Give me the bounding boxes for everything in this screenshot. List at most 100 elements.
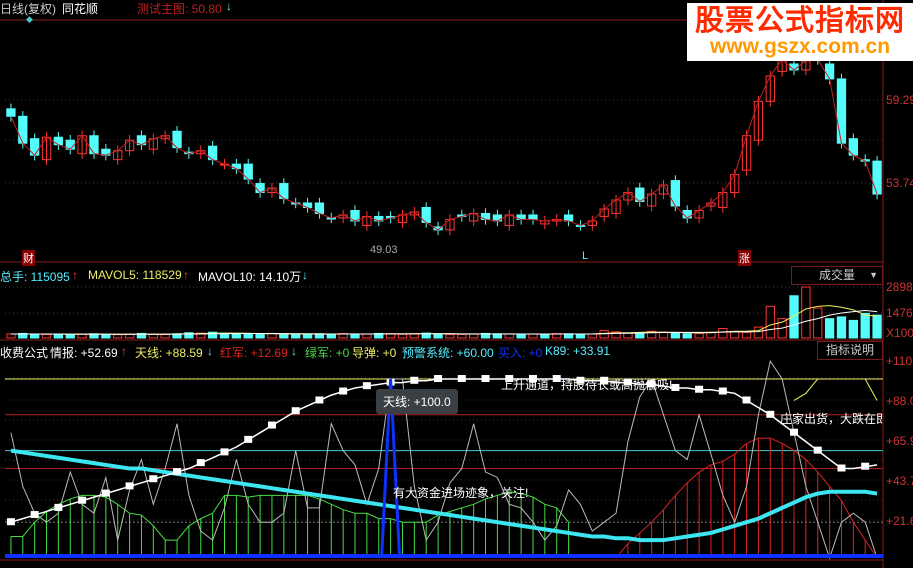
volume-total: 总手: 115095 [0, 270, 70, 284]
volume-bar [824, 318, 835, 339]
watermark-title: 股票公式指标网 [694, 3, 905, 37]
candle-body [836, 78, 847, 144]
qingbao-marker [78, 496, 87, 504]
mavol5-line [10, 305, 878, 335]
uptrend-annotation: 上升通道，持股待长或高抛低吸! [501, 378, 673, 392]
volume-bar [231, 333, 242, 339]
limit-up-badge[interactable]: 涨 [738, 250, 751, 266]
qingbao-marker [101, 489, 110, 497]
candle-body [528, 214, 538, 220]
candle-body [563, 214, 574, 222]
qingbao-marker [196, 459, 205, 467]
distribution-annotation: 庄家出货，大跌在即 [780, 412, 883, 426]
volume-bar [113, 334, 123, 339]
qingbao-marker [291, 407, 300, 415]
yellow-line [793, 378, 878, 401]
volume-bar [765, 305, 775, 339]
volume-bar [540, 333, 550, 339]
k89-value: K89: +33.91 [545, 344, 611, 358]
indicator-help-button[interactable]: 指标说明 [817, 341, 883, 360]
watermark-url: www.gszx.com.cn [709, 35, 891, 58]
volume-bar [836, 316, 847, 339]
volume-bar [860, 312, 870, 339]
qingbao-marker [220, 448, 229, 456]
volume-bar [101, 333, 111, 339]
qingbao-marker [125, 482, 134, 490]
arrow-up-icon: ↑ [183, 268, 189, 282]
volume-bar [741, 331, 752, 339]
qingbao-marker [267, 421, 276, 429]
candle-body [18, 115, 28, 144]
candle-body [824, 63, 835, 80]
arrow-down-icon: ↓ [207, 344, 213, 358]
qingbao-marker [410, 376, 419, 384]
yujing-value: 预警系统: +60.00 [402, 346, 494, 360]
watermark: 股票公式指标网 www.gszx.com.cn [687, 3, 913, 61]
qingbao-marker [315, 396, 324, 404]
volume-bar [30, 334, 40, 339]
volume-bar [433, 333, 443, 339]
tooltip: 天线: +100.0 [376, 389, 458, 414]
indicator-axis-label: +110 [886, 354, 913, 368]
arrow-down-icon: ↓ [302, 268, 308, 282]
volume-bar [65, 334, 75, 339]
volume-bar [326, 333, 336, 339]
candle-body [670, 180, 681, 207]
mavol10-value: MAVOL10: 14.10万 [198, 270, 302, 284]
finance-badge[interactable]: 财 [22, 250, 35, 266]
volume-bar [575, 333, 586, 339]
daodan-value: 导弹: +0 [352, 346, 397, 360]
volume-bar [694, 333, 704, 339]
candle-body [53, 136, 64, 146]
volume-bar [6, 333, 16, 339]
hongjun-value: 红军: +12.69 [220, 346, 288, 360]
low-price-label: 49.03 [370, 244, 398, 256]
volume-bar [504, 333, 514, 339]
qingbao-marker [718, 387, 727, 395]
qingbao-marker [837, 464, 846, 472]
qingbao-marker [30, 511, 39, 519]
price-axis-label: 59.29 [886, 93, 913, 107]
volume-axis-label: 2898 [886, 280, 913, 294]
indicator-name: 收费公式 [0, 346, 49, 360]
qingbao-marker [54, 503, 63, 511]
price-axis-label: 53.74 [886, 176, 913, 190]
volume-bar [302, 333, 313, 339]
volume-bar [516, 333, 526, 339]
volume-bar [350, 333, 360, 339]
volume-bar [445, 334, 455, 339]
candle-body [682, 209, 692, 219]
candle-body [872, 160, 882, 195]
indicator-axis-label: +43.7 [886, 474, 913, 488]
indicator-axis-label: +88.0 [886, 394, 913, 408]
tianxian-value: 天线: +88.59 [135, 346, 203, 360]
volume-bar [255, 333, 265, 339]
volume-bar [587, 333, 597, 339]
volume-bar [623, 332, 633, 339]
arrow-up-icon: ↑ [121, 344, 127, 358]
qingbao-marker [6, 518, 15, 526]
volume-bar [148, 333, 158, 339]
qingbao-marker [339, 387, 348, 395]
indicator-selector[interactable]: 成交量 ▼ [791, 266, 883, 285]
volume-bar [457, 333, 467, 339]
stock-chart[interactable] [0, 0, 913, 568]
candle-body [89, 135, 99, 155]
volume-bar [362, 333, 372, 339]
volume-bar [599, 330, 609, 339]
qingbao-marker [695, 385, 704, 393]
arrow-up-icon: ↑ [72, 268, 78, 282]
volume-bar [53, 333, 64, 339]
volume-bar [670, 332, 681, 339]
low-marker: L [582, 250, 589, 262]
arrow-down-icon: ↓ [226, 0, 232, 13]
volume-bar [279, 333, 289, 339]
volume-axis-label: 1476 [886, 306, 913, 320]
volume-bar [682, 333, 692, 339]
qingbao-value: 情报: +52.69 [50, 346, 118, 360]
qingbao-marker [766, 410, 775, 418]
volume-bar [409, 333, 419, 339]
candle-body [492, 214, 503, 222]
mairu-value: 买入: +0 [498, 346, 543, 360]
candle-body [6, 108, 16, 117]
